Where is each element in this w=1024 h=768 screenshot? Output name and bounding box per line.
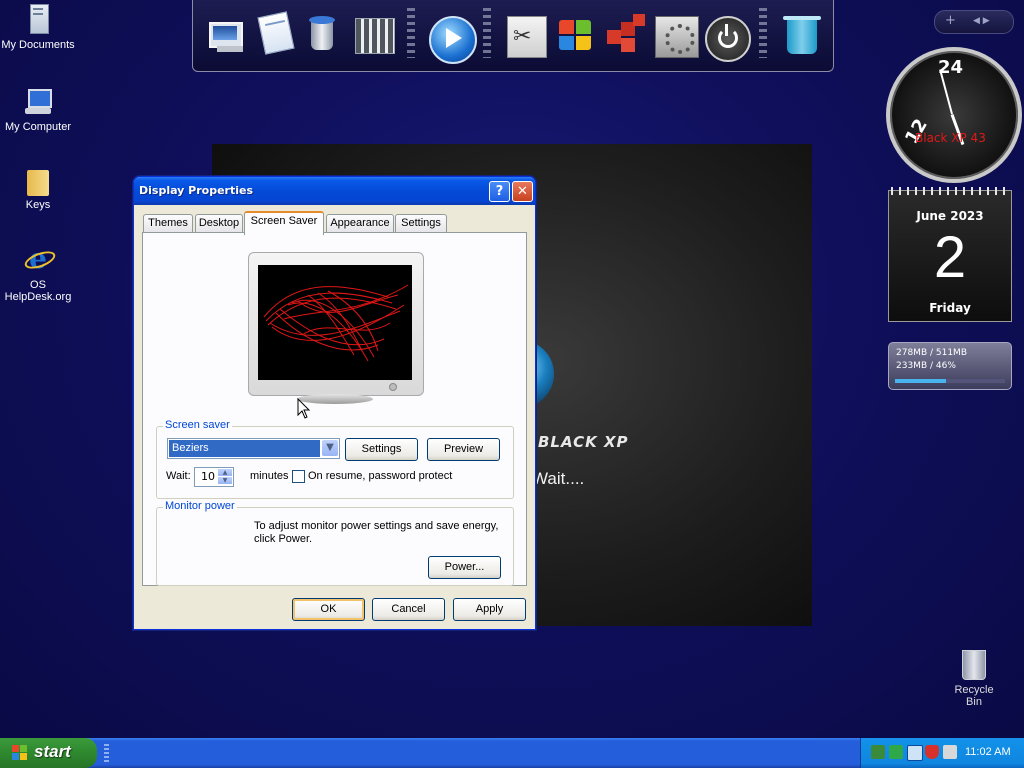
wait-minutes-spinner[interactable]: 10 ▲ ▼ [194,467,234,487]
display-settings-icon[interactable] [203,8,251,60]
memory-gadget: 278MB / 511MB 233MB / 46% [888,342,1012,390]
ok-button[interactable]: OK [292,598,365,621]
gadget-navigation-arrows[interactable]: ◀ ▶ [973,16,990,26]
desktop-icon-label: Keys [25,199,51,211]
control-panel-icon[interactable] [653,8,701,60]
close-button[interactable]: ✕ [512,181,533,202]
desktop-icon-label: Recycle Bin [954,684,994,708]
calendar-month-year: June 2023 [916,209,984,223]
calendar-weekday: Friday [929,301,971,315]
password-protect-checkbox[interactable] [292,470,305,483]
screen-saver-settings-button[interactable]: Settings [345,438,418,461]
spinner-arrows[interactable]: ▲ ▼ [218,469,232,485]
screen-saver-tab-panel: Screen saver Beziers ▼ Settings Preview … [142,232,527,586]
paint-bucket-icon[interactable] [299,8,347,60]
green-s-icon[interactable] [889,745,903,759]
screen-saver-group: Screen saver Beziers ▼ Settings Preview … [156,419,514,499]
apply-button[interactable]: Apply [453,598,526,621]
wallpaper-wait-text: Wait.... [532,469,585,488]
minutes-label: minutes [250,470,289,482]
security-shield-icon[interactable] [925,745,939,759]
windows-logo-icon [12,745,28,761]
clock-gadget: 24 12 [886,47,1022,183]
notepad-icon[interactable] [251,8,299,60]
clock-gadget-label: Black XP 43 [915,131,986,145]
taskbar: start 11:02 AM [0,738,1024,768]
desktop-icon-label: My Documents [1,39,75,51]
my-computer-icon [22,86,54,118]
taskbar-clock[interactable]: 11:02 AM [965,746,1011,758]
folder-icon [22,164,54,196]
recycle-bin-icon [962,650,986,680]
tab-appearance[interactable]: Appearance [326,214,394,232]
desktop-icon-label: OS HelpDesk.org [4,279,72,303]
power-button[interactable]: Power... [428,556,501,579]
tab-settings[interactable]: Settings [395,214,447,232]
memory-line-2: 233MB / 46% [896,361,956,371]
scissors-icon[interactable]: ✂ [503,8,551,60]
desktop-icon-label: My Computer [4,121,72,133]
speaker-icon[interactable] [943,745,957,759]
monitor-power-description: To adjust monitor power settings and sav… [254,520,499,545]
mouse-cursor-icon [297,398,311,419]
cubes-icon[interactable] [601,8,649,60]
tab-screen-saver[interactable]: Screen Saver [244,211,324,235]
display-properties-dialog: Display Properties ? ✕ Themes Desktop Sc… [133,176,536,630]
chevron-down-icon[interactable]: ▼ [322,440,338,456]
network-icon[interactable] [871,745,885,759]
screen-saver-preview-button[interactable]: Preview [427,438,500,461]
screen-saver-select[interactable]: Beziers ▼ [167,438,340,459]
gadget-toolbar: + ◀ ▶ [934,10,1014,34]
desktop-icon-keys[interactable]: Keys [0,164,76,211]
top-dock: ✂ [192,0,834,72]
monitor-icon[interactable] [907,745,923,761]
monitor-power-group: Monitor power To adjust monitor power se… [156,500,514,586]
calendar-rings [891,187,1009,195]
wallpaper-brand-text: BLACK XP [538,433,629,451]
desktop-icon-recycle-bin[interactable]: Recycle Bin [946,650,1002,708]
help-button[interactable]: ? [489,181,510,202]
desktop-icon-my-computer[interactable]: My Computer [0,86,76,133]
system-tray: 11:02 AM [860,738,1024,768]
quick-launch-grip[interactable] [104,744,109,762]
tab-themes[interactable]: Themes [143,214,193,232]
start-label: start [34,742,71,761]
screen-saver-preview-screen [258,265,412,380]
screen-saver-preview-monitor [248,252,424,396]
dialog-title: Display Properties [139,184,254,197]
screen-saver-selected-value: Beziers [169,440,320,457]
memory-usage-bar [895,379,1005,383]
dock-separator [407,8,415,58]
wait-label: Wait: [166,470,191,482]
memory-usage-fill [895,379,946,383]
wait-minutes-value: 10 [201,470,215,483]
recycle-bin-icon[interactable] [779,8,827,60]
cancel-button[interactable]: Cancel [372,598,445,621]
desktop-icon-my-documents[interactable]: My Documents [0,4,76,51]
dock-separator [759,8,767,58]
monitor-power-group-label: Monitor power [163,500,237,512]
calculator-icon[interactable] [351,8,399,60]
tab-desktop[interactable]: Desktop [195,214,243,232]
my-documents-icon [22,4,54,36]
internet-explorer-icon: e [22,244,58,276]
memory-line-1: 278MB / 511MB [896,348,967,358]
dialog-titlebar[interactable]: Display Properties ? ✕ [134,177,535,205]
calendar-day: 2 [933,225,967,290]
calendar-gadget: June 2023 2 Friday [888,187,1012,322]
screen-saver-group-label: Screen saver [163,419,232,431]
windows-logo-icon[interactable] [551,8,599,60]
start-button[interactable]: start [0,738,97,768]
dock-separator [483,8,491,58]
power-icon[interactable] [703,8,751,62]
add-gadget-button[interactable]: + [945,13,956,28]
password-protect-label: On resume, password protect [308,470,453,482]
media-player-icon[interactable] [427,8,477,64]
desktop-icon-os-helpdesk[interactable]: e OS HelpDesk.org [0,244,76,304]
